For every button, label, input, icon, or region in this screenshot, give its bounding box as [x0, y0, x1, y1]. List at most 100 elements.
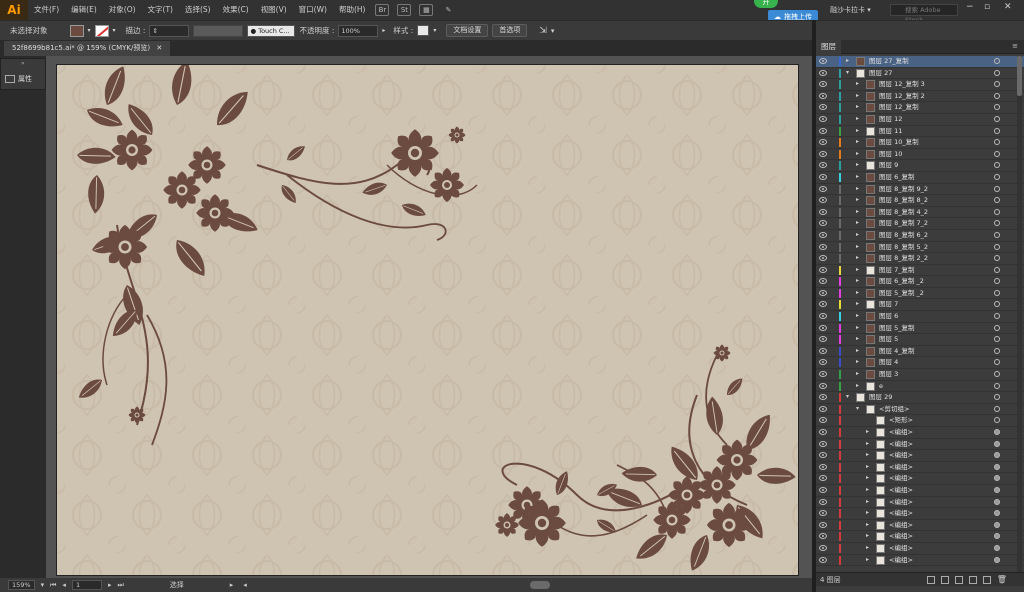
target-icon[interactable]: [994, 336, 1000, 343]
layer-name[interactable]: 图层 8_复制 9_2: [879, 184, 928, 195]
chevron-right-icon[interactable]: ▸: [866, 544, 869, 551]
layer-name[interactable]: 图层 4_复制: [879, 346, 914, 357]
layer-row[interactable]: ▸ 图层 8_复制 8_2: [816, 195, 1024, 207]
visibility-eye-icon[interactable]: [819, 429, 827, 435]
visibility-eye-icon[interactable]: [819, 521, 827, 528]
new-sublayer-icon[interactable]: [968, 575, 977, 584]
target-icon[interactable]: [994, 220, 1000, 227]
target-icon[interactable]: [994, 359, 1000, 366]
layer-row[interactable]: ▸ 图层 12_复制 3: [816, 79, 1024, 91]
target-icon[interactable]: [994, 475, 1000, 482]
visibility-eye-icon[interactable]: [819, 139, 827, 146]
chevron-right-icon[interactable]: ▸: [856, 92, 859, 99]
target-icon[interactable]: [994, 208, 1000, 215]
layer-row[interactable]: ▸ 图层 6_复制: [816, 172, 1024, 184]
layer-row[interactable]: ▸ 图层 6: [816, 311, 1024, 323]
new-layer-icon[interactable]: [982, 575, 991, 584]
layer-row[interactable]: ▸ <编组>: [816, 555, 1024, 567]
target-icon[interactable]: [994, 278, 1000, 285]
locate-object-icon[interactable]: [940, 575, 949, 584]
visibility-eye-icon[interactable]: [819, 324, 827, 331]
visibility-eye-icon[interactable]: [819, 313, 827, 320]
target-icon[interactable]: [994, 92, 1000, 99]
chevron-right-icon[interactable]: ▸: [866, 509, 869, 516]
layer-row[interactable]: ▸ 图层 10_复制: [816, 137, 1024, 149]
visibility-eye-icon[interactable]: [819, 208, 827, 215]
next-artboard-icon[interactable]: ▸: [108, 581, 112, 589]
chevron-right-icon[interactable]: ▸: [856, 173, 859, 180]
layer-name[interactable]: 图层 5_复制 _2: [879, 288, 924, 299]
target-icon[interactable]: [994, 498, 1000, 505]
chevron-right-icon[interactable]: ▸: [856, 161, 859, 168]
layer-name[interactable]: 图层 12_复制 2: [879, 91, 925, 102]
target-icon[interactable]: [994, 173, 1000, 180]
layer-name[interactable]: 图层 10: [879, 149, 902, 160]
target-icon[interactable]: [994, 69, 1000, 76]
layer-name[interactable]: <编组>: [889, 427, 913, 438]
chevron-right-icon[interactable]: ▸: [866, 440, 869, 447]
target-icon[interactable]: [994, 162, 1000, 169]
menu-item[interactable]: 帮助(H): [333, 0, 372, 20]
layer-row[interactable]: ▸ 图层 27_复制: [816, 56, 1024, 68]
visibility-eye-icon[interactable]: [819, 150, 827, 157]
visibility-eye-icon[interactable]: [819, 220, 827, 227]
layer-name[interactable]: <编组>: [889, 555, 913, 566]
menu-item[interactable]: 对象(O): [103, 0, 142, 20]
variable-width-profile[interactable]: [193, 24, 244, 37]
chevron-right-icon[interactable]: ▸: [866, 556, 869, 563]
chevron-right-icon[interactable]: ▸: [856, 115, 859, 122]
target-icon[interactable]: [994, 150, 1000, 157]
export-icon[interactable]: [926, 575, 935, 584]
chevron-right-icon[interactable]: ▸: [856, 300, 859, 307]
layer-row[interactable]: ▸ <编组>: [816, 473, 1024, 485]
layer-name[interactable]: 图层 12_复制 3: [879, 79, 925, 90]
menu-item[interactable]: 选择(S): [179, 0, 217, 20]
layer-name[interactable]: <编组>: [889, 473, 913, 484]
layer-row[interactable]: ▸ 图层 8_复制 9_2: [816, 184, 1024, 196]
layer-row[interactable]: ▾ <剪切组>: [816, 404, 1024, 416]
menu-item[interactable]: 文件(F): [28, 0, 65, 20]
visibility-eye-icon[interactable]: [819, 231, 827, 238]
visibility-eye-icon[interactable]: [819, 498, 827, 505]
layer-row[interactable]: ▸ 图层 8_复制 7_2: [816, 218, 1024, 230]
target-icon[interactable]: [994, 394, 1000, 401]
visibility-eye-icon[interactable]: [819, 115, 827, 122]
layer-row[interactable]: ▸ <编组>: [816, 508, 1024, 520]
layer-row[interactable]: ▸ 图层 9: [816, 160, 1024, 172]
target-icon[interactable]: [994, 347, 1000, 354]
layers-scrollbar[interactable]: [1017, 56, 1022, 572]
layer-row[interactable]: ▸ 图层 11: [816, 126, 1024, 138]
chevron-right-icon[interactable]: ▸: [856, 103, 859, 110]
visibility-eye-icon[interactable]: [819, 405, 827, 412]
layer-row[interactable]: ▸ 图层 8_复制 6_2: [816, 230, 1024, 242]
last-artboard-icon[interactable]: ⏭: [117, 581, 123, 590]
layer-name[interactable]: <编组>: [889, 462, 913, 473]
chevron-right-icon[interactable]: ▸: [846, 57, 849, 64]
chevron-right-icon[interactable]: ▸: [866, 486, 869, 493]
brush-definition-select[interactable]: ● Touch C...: [247, 24, 296, 37]
layer-row[interactable]: ▸ <编组>: [816, 450, 1024, 462]
layer-row[interactable]: ▸ <编组>: [816, 462, 1024, 474]
visibility-eye-icon[interactable]: [819, 486, 827, 493]
visibility-eye-icon[interactable]: [819, 289, 827, 296]
target-icon[interactable]: [994, 417, 1000, 424]
menu-item[interactable]: 编辑(E): [65, 0, 103, 20]
layer-row[interactable]: ▸ 图层 8_复制 5_2: [816, 242, 1024, 254]
layer-row[interactable]: ▸ 图层 10: [816, 149, 1024, 161]
target-icon[interactable]: [994, 139, 1000, 146]
chevron-right-icon[interactable]: ▸: [866, 498, 869, 505]
layer-row[interactable]: ▸ 图层 12: [816, 114, 1024, 126]
layer-row[interactable]: ▸ 图层 5_复制 _2: [816, 288, 1024, 300]
layer-name[interactable]: 图层 8_复制 5_2: [879, 242, 928, 253]
visibility-eye-icon[interactable]: [819, 510, 827, 517]
chevron-right-icon[interactable]: ▸: [866, 521, 869, 528]
chevron-right-icon[interactable]: ▸: [856, 266, 859, 273]
target-icon[interactable]: [994, 231, 1000, 238]
arrange-icon[interactable]: ⇲: [539, 26, 547, 36]
brush-launch-icon[interactable]: ✎: [441, 4, 455, 16]
layer-row[interactable]: ▸ 图层 5: [816, 334, 1024, 346]
layer-row[interactable]: ▸ 图层 6_复制 _2: [816, 276, 1024, 288]
visibility-eye-icon[interactable]: [819, 463, 827, 470]
layer-row[interactable]: ▸ 图层 5_复制: [816, 323, 1024, 335]
visibility-eye-icon[interactable]: [819, 359, 827, 366]
